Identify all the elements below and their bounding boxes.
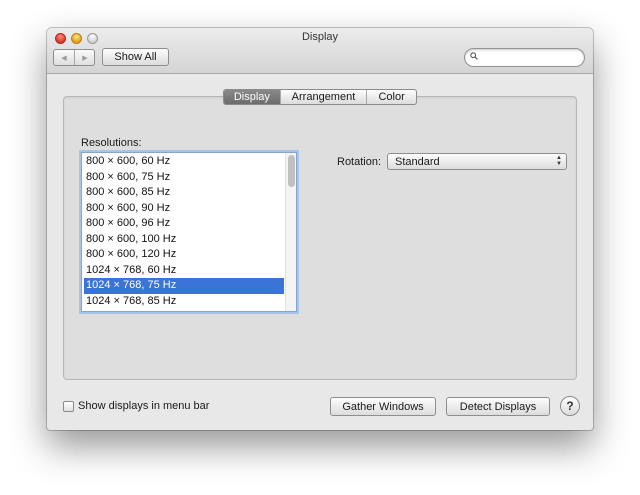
list-item[interactable]: 800 × 600, 100 Hz [84, 232, 284, 248]
help-icon[interactable]: ? [560, 396, 580, 416]
forward-arrow-icon[interactable]: ▶ [75, 50, 95, 65]
menu-bar-checkbox[interactable] [63, 401, 74, 412]
display-window: Display ◀ ▶ Show All Display Arrangement… [47, 28, 593, 430]
back-forward-control: ◀ ▶ [53, 49, 95, 66]
window-title: Display [301, 31, 339, 43]
resolutions-label: Resolutions: [81, 137, 142, 149]
list-item[interactable]: 800 × 600, 75 Hz [84, 170, 284, 186]
scrollbar[interactable] [285, 153, 296, 311]
scrollbar-thumb[interactable] [288, 155, 295, 187]
rotation-select[interactable]: Standard ▲ ▼ [387, 153, 567, 170]
list-item-selected[interactable]: 1024 × 768, 75 Hz [84, 278, 284, 294]
rotation-value: Standard [395, 156, 440, 168]
list-item[interactable]: 800 × 600, 85 Hz [84, 185, 284, 201]
resolutions-list[interactable]: 800 × 600, 60 Hz 800 × 600, 75 Hz 800 × … [81, 152, 297, 312]
detect-displays-button[interactable]: Detect Displays [446, 397, 550, 416]
tab-color[interactable]: Color [366, 90, 416, 104]
tab-arrangement[interactable]: Arrangement [279, 90, 367, 104]
back-arrow-icon[interactable]: ◀ [54, 50, 75, 65]
tab-display[interactable]: Display [224, 90, 280, 104]
list-item[interactable]: 800 × 600, 60 Hz [84, 154, 284, 170]
tab-bar: Display Arrangement Color [223, 89, 417, 105]
rotation-label: Rotation: [337, 156, 382, 168]
list-item[interactable]: 1024 × 768, 85 Hz [84, 294, 284, 310]
chevron-updown-icon: ▲ ▼ [556, 155, 562, 167]
show-all-button[interactable]: Show All [102, 48, 169, 66]
menu-bar-checkbox-label[interactable]: Show displays in menu bar [78, 400, 209, 412]
search-input[interactable] [464, 48, 585, 67]
list-item[interactable]: 1024 × 768, 60 Hz [84, 263, 284, 279]
list-item[interactable]: 800 × 600, 120 Hz [84, 247, 284, 263]
search-icon [470, 52, 478, 60]
titlebar: Display ◀ ▶ Show All [47, 28, 593, 74]
gather-windows-button[interactable]: Gather Windows [330, 397, 436, 416]
list-item[interactable]: 800 × 600, 90 Hz [84, 201, 284, 217]
list-item[interactable]: 800 × 600, 96 Hz [84, 216, 284, 232]
